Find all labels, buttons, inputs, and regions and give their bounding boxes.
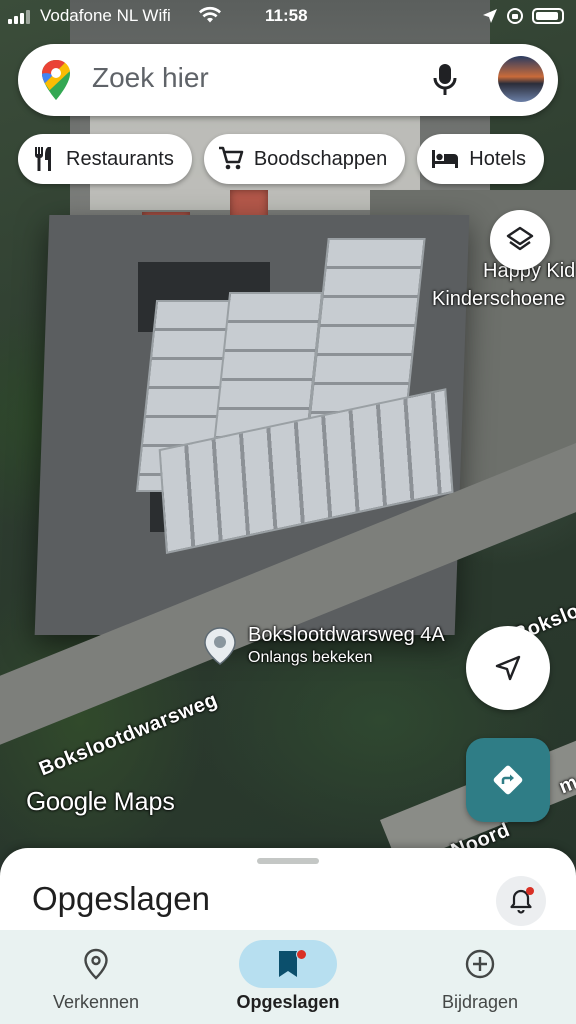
chip-groceries[interactable]: Boodschappen xyxy=(203,134,406,184)
sheet-drag-handle[interactable] xyxy=(257,858,319,864)
google-wordmark: Google xyxy=(26,786,107,816)
nav-item-saved[interactable]: Opgeslagen xyxy=(192,930,384,1024)
saved-place-title: Bokslootdwarsweg 4A xyxy=(248,624,445,646)
status-bar: Vodafone NL Wifi 11:58 xyxy=(0,0,576,34)
place-label[interactable]: Kinderschoene xyxy=(432,288,565,311)
chip-label: Hotels xyxy=(469,147,526,170)
nav-icon-wrap xyxy=(239,940,337,988)
search-bar[interactable]: Zoek hier xyxy=(18,44,558,116)
saved-place-subtitle: Onlangs bekeken xyxy=(248,649,373,666)
layers-icon xyxy=(506,226,534,251)
notification-dot xyxy=(526,887,534,895)
notification-dot xyxy=(296,949,307,960)
chip-label: Restaurants xyxy=(66,147,174,170)
directions-button[interactable] xyxy=(466,738,550,822)
google-maps-logo-icon xyxy=(42,59,70,100)
location-pin-icon[interactable] xyxy=(202,626,238,666)
cart-icon xyxy=(218,146,244,170)
layers-button[interactable] xyxy=(490,210,550,270)
chip-label: Boodschappen xyxy=(253,147,388,170)
google-maps-watermark: Google Maps xyxy=(26,786,175,817)
nav-label: Bijdragen xyxy=(441,992,519,1012)
search-input[interactable]: Zoek hier xyxy=(92,62,209,94)
nav-item-contribute[interactable]: Bijdragen xyxy=(384,930,576,1024)
chip-hotels[interactable]: Hotels xyxy=(417,134,544,184)
account-avatar[interactable] xyxy=(498,56,544,102)
notifications-button[interactable] xyxy=(496,876,546,926)
fork-knife-icon xyxy=(34,147,51,171)
chip-restaurants[interactable]: Restaurants xyxy=(18,134,192,184)
maps-wordmark: Maps xyxy=(113,788,175,816)
bed-icon xyxy=(432,150,459,168)
location-arrow-icon xyxy=(483,9,497,23)
nav-item-explore[interactable]: Verkennen xyxy=(0,930,192,1024)
clock: 11:58 xyxy=(265,6,308,25)
nav-icon-wrap xyxy=(47,940,145,988)
directions-icon xyxy=(493,765,523,795)
nav-icon-wrap xyxy=(431,940,529,988)
add-circle-icon xyxy=(465,949,495,979)
map-view[interactable]: Bokslootdwarsweg Bokslo Noord m Happy Ki… xyxy=(0,0,576,860)
microphone-icon[interactable] xyxy=(432,62,458,98)
bottom-navigation: Verkennen Opgeslagen Bijdragen xyxy=(0,930,576,1024)
carrier-name: Vodafone NL Wifi xyxy=(40,6,171,25)
solar-panels xyxy=(308,238,426,422)
category-chips: Restaurants Boodschappen Hotels xyxy=(18,134,544,184)
location-pin-icon xyxy=(84,948,108,980)
status-icons xyxy=(482,7,564,25)
my-location-button[interactable] xyxy=(466,626,550,710)
nav-label: Opgeslagen xyxy=(236,992,340,1012)
saved-place-label[interactable]: Bokslootdwarsweg 4A Onlangs bekeken xyxy=(248,624,445,667)
battery-icon xyxy=(532,8,564,24)
navigation-arrow-icon xyxy=(495,655,521,681)
rotation-lock-icon xyxy=(507,8,523,24)
nav-label: Verkennen xyxy=(52,992,140,1012)
wifi-icon xyxy=(199,6,221,23)
cellular-signal-icon xyxy=(8,10,30,24)
sheet-title: Opgeslagen xyxy=(32,880,210,917)
